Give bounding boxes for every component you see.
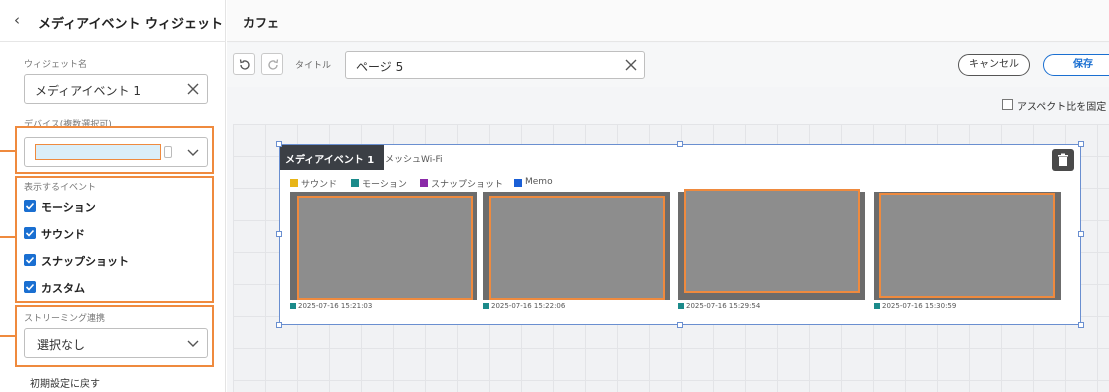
event-timestamp: 2025-07-16 15:30:59 <box>882 302 957 310</box>
motion-marker <box>290 303 296 309</box>
event-thumbnail[interactable] <box>290 192 477 300</box>
motion-marker <box>874 303 880 309</box>
sidebar-title: メディアイベント ウィジェット <box>38 17 223 32</box>
media-event-widget[interactable]: メディアイベント 1 メッシュWi-Fi サウンド モーション スナップショット… <box>279 144 1081 325</box>
resize-handle[interactable] <box>1078 231 1084 237</box>
legend-label: サウンド <box>301 180 338 190</box>
undo-button[interactable] <box>233 53 255 75</box>
resize-handle[interactable] <box>1078 322 1084 328</box>
resize-handle[interactable] <box>1078 141 1084 147</box>
chevron-down-icon[interactable] <box>187 340 199 348</box>
thumbnail-highlight <box>879 193 1055 298</box>
redo-icon <box>268 59 279 70</box>
streaming-select[interactable]: 選択なし <box>24 328 208 358</box>
event-option-motion[interactable]: モーション <box>24 199 204 214</box>
checkbox-checked-icon[interactable] <box>24 200 36 212</box>
event-option-custom[interactable]: カスタム <box>24 280 204 295</box>
clear-icon[interactable] <box>624 58 638 72</box>
widget-title: メディアイベント 1 <box>285 155 375 166</box>
callout-line <box>0 150 15 152</box>
resize-handle[interactable] <box>276 322 282 328</box>
redo-button[interactable] <box>261 53 283 75</box>
toolbar: タイトル ページ 5 キャンセル 保存 <box>227 43 1109 87</box>
checkbox-checked-icon[interactable] <box>24 281 36 293</box>
title-value: ページ 5 <box>356 60 404 74</box>
widget-name-label: ウィジェット名 <box>24 60 88 70</box>
reset-link[interactable]: 初期設定に戻す <box>30 375 100 390</box>
thumbnail-highlight <box>684 189 860 293</box>
legend-label: モーション <box>362 180 407 190</box>
event-label: スナップショット <box>41 255 129 268</box>
event-timestamp: 2025-07-16 15:22:06 <box>491 302 566 310</box>
main-header: カフェ <box>227 0 1109 42</box>
device-select[interactable] <box>24 137 208 167</box>
motion-marker <box>483 303 489 309</box>
callout-line <box>0 236 15 238</box>
thumbnail-highlight <box>489 196 665 300</box>
chevron-down-icon[interactable] <box>187 149 199 157</box>
widget-name-value: メディアイベント 1 <box>35 84 142 98</box>
streaming-value: 選択なし <box>37 338 86 352</box>
title-label: タイトル <box>295 61 332 71</box>
back-chevron-icon[interactable]: ‹ <box>14 11 30 29</box>
event-label: カスタム <box>41 282 85 295</box>
legend-label: Memo <box>525 177 553 187</box>
event-option-sound[interactable]: サウンド <box>24 226 204 241</box>
event-thumbnail[interactable] <box>483 192 670 300</box>
streaming-label: ストリーミング連携 <box>24 314 106 324</box>
resize-handle[interactable] <box>677 141 683 147</box>
clear-icon[interactable] <box>186 82 200 96</box>
event-label: サウンド <box>41 228 85 241</box>
aspect-ratio-option[interactable]: アスペクト比を固定 <box>1002 97 1109 113</box>
save-button[interactable]: 保存 <box>1043 54 1109 76</box>
legend-memo-swatch <box>514 179 522 187</box>
motion-marker <box>678 303 684 309</box>
events-label: 表示するイベント <box>24 183 97 193</box>
title-input[interactable]: ページ 5 <box>345 51 645 79</box>
event-label: モーション <box>41 201 96 214</box>
legend-motion-swatch <box>351 179 359 187</box>
sidebar-header: ‹ メディアイベント ウィジェット <box>0 0 226 42</box>
event-timestamp: 2025-07-16 15:21:03 <box>298 302 373 310</box>
breadcrumb: カフェ <box>243 16 280 30</box>
checkbox-checked-icon[interactable] <box>24 254 36 266</box>
event-timestamp: 2025-07-16 15:29:54 <box>686 302 761 310</box>
cancel-button[interactable]: キャンセル <box>958 54 1030 76</box>
delete-button[interactable] <box>1052 149 1074 171</box>
checkbox-unchecked-icon[interactable] <box>1002 99 1013 110</box>
aspect-ratio-label: アスペクト比を固定 <box>1017 102 1107 113</box>
device-chip-remove-icon[interactable] <box>164 146 172 158</box>
settings-sidebar: ‹ メディアイベント ウィジェット ウィジェット名 メディアイベント 1 デバイ… <box>0 0 226 392</box>
thumbnail-highlight <box>297 196 473 300</box>
callout-line <box>0 335 15 337</box>
checkbox-checked-icon[interactable] <box>24 227 36 239</box>
legend-sound-swatch <box>290 179 298 187</box>
legend-label: スナップショット <box>431 180 504 190</box>
resize-handle[interactable] <box>677 322 683 328</box>
undo-icon <box>239 59 250 70</box>
device-name: メッシュWi-Fi <box>385 155 443 165</box>
device-chip[interactable] <box>35 144 161 160</box>
event-thumbnail[interactable] <box>678 189 865 300</box>
resize-handle[interactable] <box>276 231 282 237</box>
legend-snapshot-swatch <box>420 179 428 187</box>
trash-icon <box>1058 153 1068 166</box>
resize-handle[interactable] <box>276 141 282 147</box>
event-thumbnail[interactable] <box>874 192 1061 300</box>
widget-name-input[interactable]: メディアイベント 1 <box>24 74 208 104</box>
widget-title-tab: メディアイベント 1 <box>280 145 384 170</box>
event-option-snapshot[interactable]: スナップショット <box>24 253 204 268</box>
